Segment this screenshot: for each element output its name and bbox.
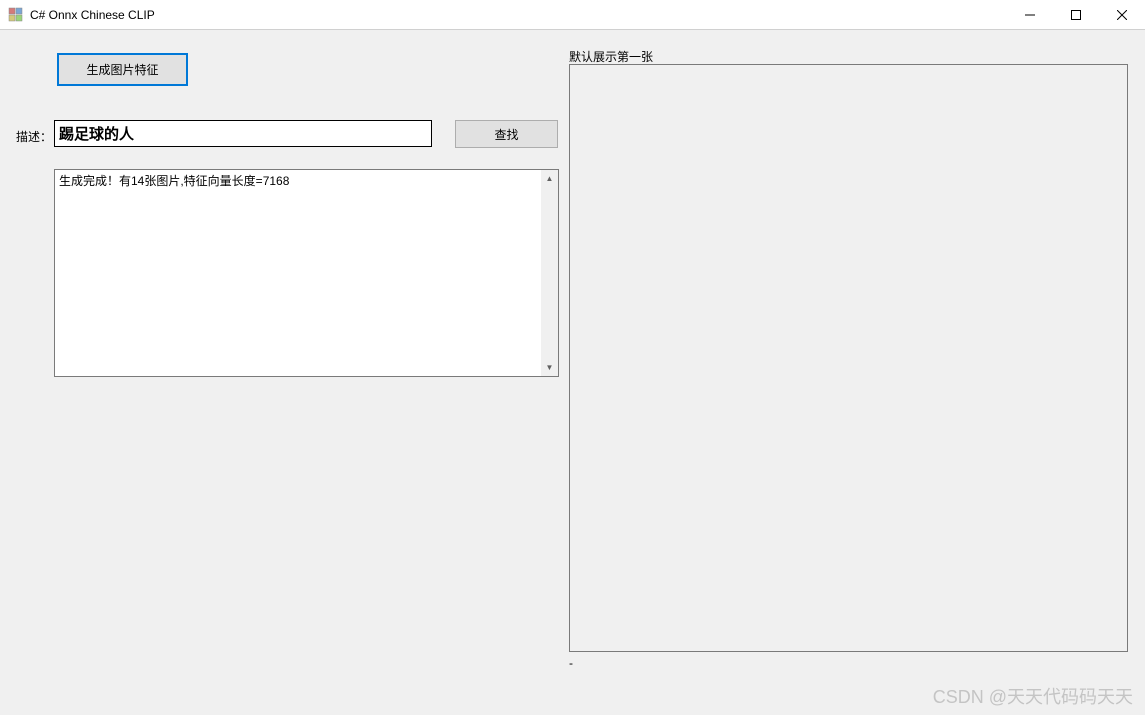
client-area: 生成图片特征 描述： 查找 生成完成！有14张图片,特征向量长度=7168 ▲ … [0, 30, 1145, 715]
log-textarea[interactable]: 生成完成！有14张图片,特征向量长度=7168 ▲ ▼ [54, 169, 559, 377]
log-content: 生成完成！有14张图片,特征向量长度=7168 [55, 170, 541, 376]
watermark: CSDN @天天代码码天天 [933, 683, 1133, 709]
titlebar-left: C# Onnx Chinese CLIP [8, 7, 155, 23]
minimize-button[interactable] [1007, 0, 1053, 29]
generate-features-button[interactable]: 生成图片特征 [57, 53, 188, 86]
description-label: 描述： [16, 128, 52, 145]
preview-label: 默认展示第一张 [569, 48, 653, 65]
scroll-down-icon[interactable]: ▼ [541, 359, 558, 376]
window-title: C# Onnx Chinese CLIP [30, 8, 155, 22]
maximize-button[interactable] [1053, 0, 1099, 29]
titlebar: C# Onnx Chinese CLIP [0, 0, 1145, 30]
status-dash: - [569, 656, 573, 670]
description-input[interactable] [54, 120, 432, 147]
scroll-up-icon[interactable]: ▲ [541, 170, 558, 187]
window-controls [1007, 0, 1145, 29]
image-preview-panel [569, 64, 1128, 652]
app-icon [8, 7, 24, 23]
close-button[interactable] [1099, 0, 1145, 29]
search-button[interactable]: 查找 [455, 120, 558, 148]
log-scrollbar[interactable]: ▲ ▼ [541, 170, 558, 376]
